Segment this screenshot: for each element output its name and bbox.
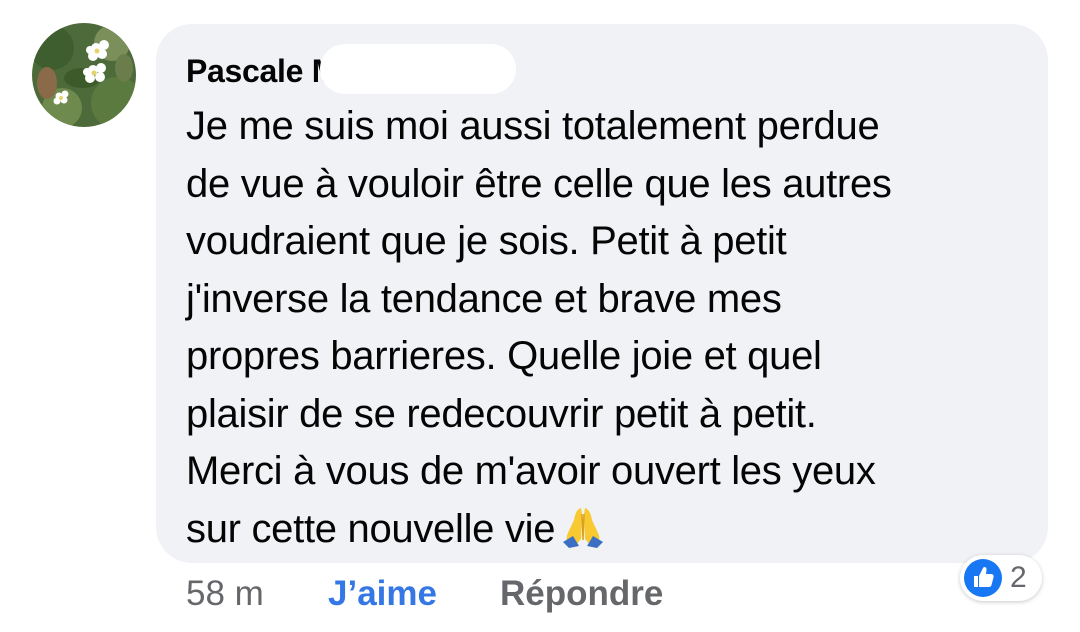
comment-line: plaisir de se redecouvrir petit à petit. [186, 391, 817, 436]
like-button[interactable]: J’aime [328, 568, 437, 620]
comment-line: sur cette nouvelle vie [186, 506, 556, 551]
reaction-summary[interactable]: 2 [960, 555, 1042, 601]
folded-hands-emoji-icon [561, 506, 605, 565]
avatar[interactable] [32, 23, 136, 127]
comment-line: Je me suis moi aussi totalement perdue [186, 104, 880, 148]
comment-last-line: sur cette nouvelle vie [186, 501, 1018, 559]
comment-line: de vue à vouloir être celle que les autr… [186, 161, 892, 206]
comment-line: voudraient que je sois. Petit à petit [186, 219, 787, 263]
timestamp[interactable]: 58 m [186, 568, 264, 620]
comment-line: propres barrieres. Quelle joie et quel [186, 334, 822, 378]
comment-text: Je me suis moi aussi totalement perdue d… [186, 98, 1018, 558]
comment-line: j'inverse la tendance et brave mes [186, 276, 782, 321]
redaction-mark [320, 44, 516, 94]
reaction-count: 2 [1010, 561, 1027, 594]
like-thumb-icon [964, 559, 1002, 597]
comment-line: Merci à vous de m'avoir ouvert les yeux [186, 449, 876, 493]
reply-button[interactable]: Répondre [500, 568, 663, 620]
flower-photo [32, 23, 136, 127]
comment-bubble: Pascale M... Je me suis moi aussi totale… [156, 24, 1048, 563]
